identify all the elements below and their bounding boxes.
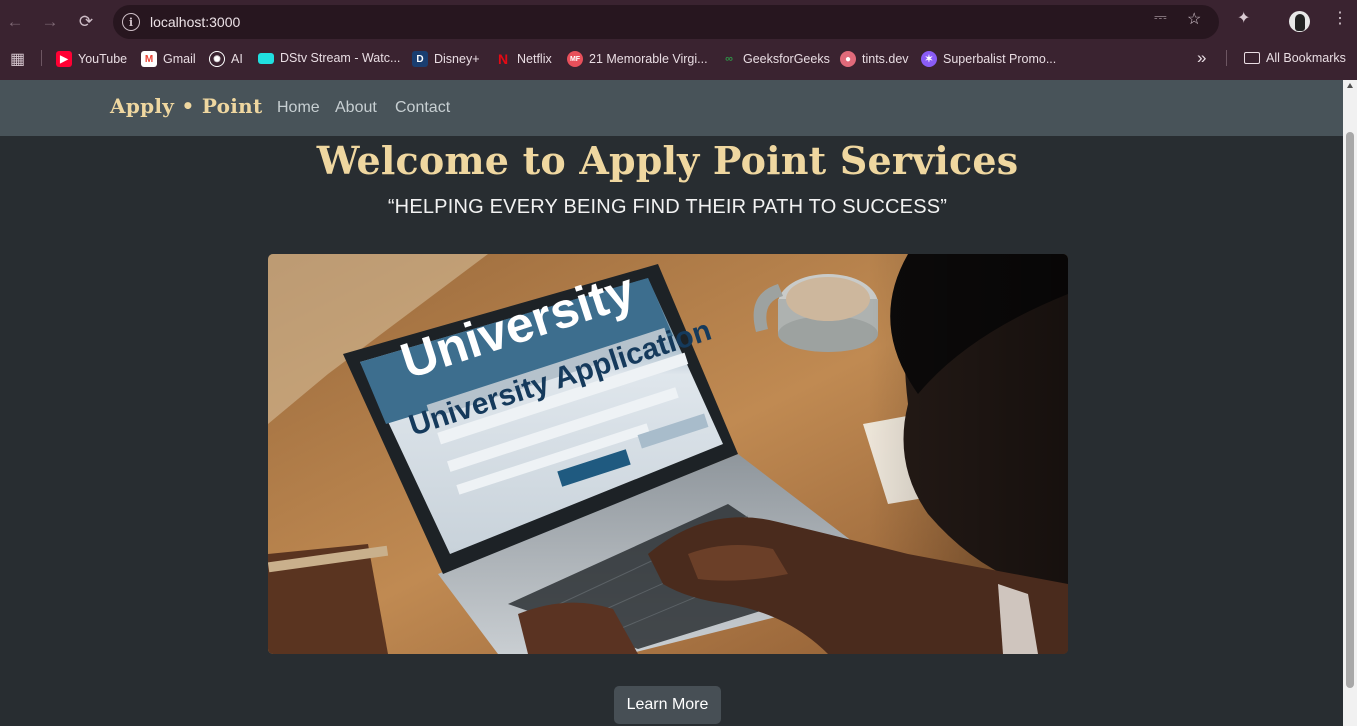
folder-icon — [1244, 52, 1260, 64]
scroll-up-arrow-icon[interactable] — [1347, 83, 1353, 88]
bookmark-superbalist[interactable]: ✶ Superbalist Promo... — [921, 51, 1056, 67]
page-viewport: Apply • Point Home About Contact Welcome… — [0, 80, 1343, 726]
all-bookmarks-label: All Bookmarks — [1266, 51, 1346, 65]
nav-contact-link[interactable]: Contact — [395, 99, 450, 117]
youtube-icon: ▶ — [56, 51, 72, 67]
site-logo[interactable]: Apply • Point — [110, 94, 263, 118]
gfg-icon: ∞ — [725, 53, 733, 65]
site-navbar: Apply • Point Home About Contact — [0, 80, 1343, 136]
openai-icon: ✺ — [209, 51, 225, 67]
bookmark-label: Disney+ — [434, 52, 480, 66]
bookmark-tints[interactable]: ● tints.dev — [840, 51, 909, 67]
dstv-icon — [258, 52, 274, 64]
all-bookmarks[interactable]: All Bookmarks — [1244, 51, 1346, 65]
hero-subtitle: “HELPING EVERY BEING FIND THEIR PATH TO … — [387, 196, 948, 218]
bookmark-dstv[interactable]: DStv Stream - Watc... — [258, 51, 400, 65]
bookmark-gmail[interactable]: M Gmail — [141, 51, 196, 67]
nav-about-link[interactable]: About — [335, 99, 377, 117]
bookmark-geeksforgeeks[interactable]: ∞ GeeksforGeeks — [721, 51, 830, 67]
bookmark-label: 21 Memorable Virgi... — [589, 52, 708, 66]
profile-avatar[interactable] — [1289, 11, 1310, 32]
scrollbar-thumb[interactable] — [1346, 132, 1354, 688]
arrow-right-icon: → — [41, 12, 59, 31]
bookmark-label: DStv Stream - Watc... — [280, 51, 401, 65]
browser-toolbar: ← → ⟳ i localhost:3000 ⎓ ☆ ✦ ⋮ — [0, 0, 1357, 44]
bookmark-memorable[interactable]: MF 21 Memorable Virgi... — [567, 51, 708, 67]
bookmark-label: Gmail — [163, 52, 196, 66]
arrow-left-icon: ← — [6, 12, 24, 31]
bookmark-youtube[interactable]: ▶ YouTube — [56, 51, 127, 67]
address-url[interactable]: localhost:3000 — [150, 14, 240, 30]
nav-home-link[interactable]: Home — [277, 99, 320, 117]
superbalist-icon: ✶ — [921, 51, 937, 67]
learn-more-button[interactable]: Learn More — [614, 686, 721, 724]
more-menu-icon[interactable]: ⋮ — [1332, 8, 1348, 28]
bookmark-label: tints.dev — [862, 52, 909, 66]
bookmark-label: Superbalist Promo... — [943, 52, 1057, 66]
forward-button[interactable]: → — [36, 8, 64, 36]
bookmark-star-icon[interactable]: ☆ — [1187, 9, 1201, 29]
reload-icon: ⟳ — [78, 12, 94, 31]
bookmark-label: GeeksforGeeks — [743, 52, 830, 66]
bookmark-ai[interactable]: ✺ AI — [209, 51, 243, 67]
disney-icon: D — [412, 51, 428, 67]
site-info-icon[interactable]: i — [122, 13, 140, 31]
bookmarks-divider — [1226, 50, 1227, 66]
bookmark-label: Netflix — [517, 52, 552, 66]
bookmark-disney[interactable]: D Disney+ — [412, 51, 480, 67]
bookmarks-overflow-icon[interactable]: » — [1197, 48, 1206, 68]
bookmark-label: AI — [231, 52, 243, 66]
bookmark-netflix[interactable]: N Netflix — [495, 51, 552, 67]
address-bar[interactable]: i localhost:3000 — [113, 5, 1219, 39]
extensions-icon[interactable]: ✦ — [1237, 8, 1250, 28]
hero-image: University University Application — [268, 254, 1068, 654]
bookmark-label: YouTube — [78, 52, 128, 66]
hero-title: Welcome to Apply Point Services — [316, 138, 1019, 183]
bookmarks-divider — [41, 50, 42, 66]
reload-button[interactable]: ⟳ — [72, 8, 100, 36]
netflix-icon: N — [497, 51, 509, 67]
apps-grid-icon[interactable]: ▦ — [10, 49, 25, 69]
bookmarks-bar: ▦ ▶ YouTube M Gmail ✺ AI DStv Stream - Watc… — [0, 44, 1357, 74]
gmail-icon: M — [141, 51, 157, 67]
tints-icon: ● — [840, 51, 856, 67]
mf-icon: MF — [567, 51, 583, 67]
back-button[interactable]: ← — [1, 8, 29, 36]
install-app-icon[interactable]: ⎓ — [1154, 9, 1167, 27]
